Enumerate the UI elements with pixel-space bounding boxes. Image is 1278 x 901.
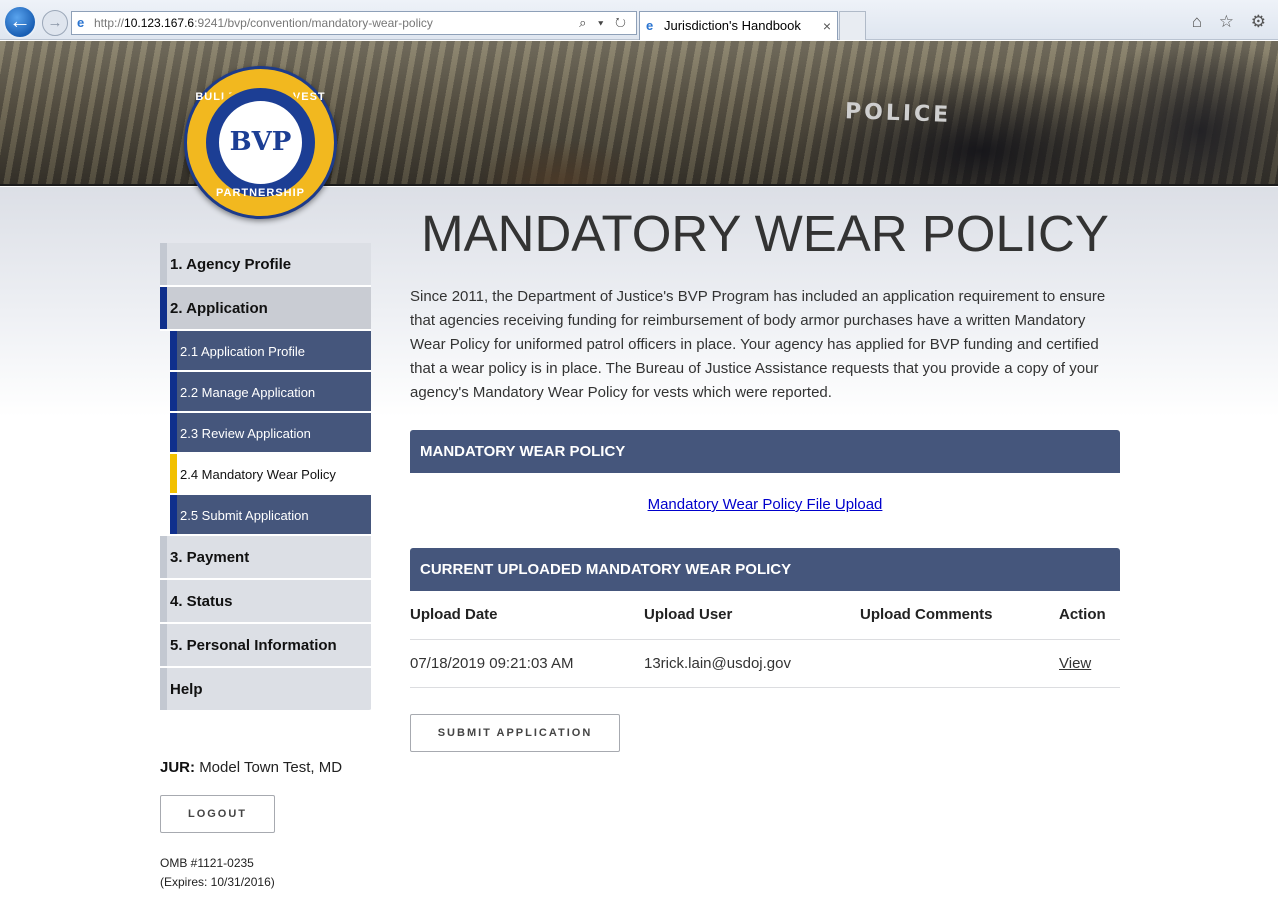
- omb-number: OMB #1121-0235: [160, 856, 254, 870]
- jurisdiction-info: JUR: Model Town Test, MD: [160, 759, 342, 776]
- sidebar-item-marker: [160, 243, 167, 285]
- uploaded-policy-panel-header: CURRENT UPLOADED MANDATORY WEAR POLICY: [410, 548, 1120, 591]
- sidebar-subitem-mandatory-wear-policy[interactable]: 2.4 Mandatory Wear Policy: [170, 454, 371, 495]
- ie-logo-icon: e: [77, 15, 85, 30]
- home-favorites-settings-icons[interactable]: ⌂ ☆ ⚙: [1192, 12, 1272, 32]
- new-tab-button[interactable]: [839, 11, 866, 40]
- jurisdiction-label: JUR:: [160, 759, 196, 776]
- sidebar-item-agency-profile[interactable]: 1. Agency Profile: [160, 243, 371, 287]
- upload-user-cell: 13rick.lain@usdoj.gov: [644, 655, 791, 672]
- sidebar-item-marker: [160, 580, 167, 622]
- uploaded-policy-table: Upload Date Upload User Upload Comments …: [410, 592, 1120, 688]
- table-header-row: Upload Date Upload User Upload Comments …: [410, 592, 1120, 640]
- sidebar-item-help[interactable]: Help: [160, 668, 371, 712]
- logo-bottom-text: PARTNERSHIP: [215, 187, 306, 199]
- browser-toolbar: ← → e http://10.123.167.6:9241/bvp/conve…: [0, 0, 1278, 40]
- column-header-upload-comments: Upload Comments: [860, 606, 993, 623]
- sidebar-item-label: Help: [170, 681, 203, 698]
- mandatory-wear-policy-panel-header: MANDATORY WEAR POLICY: [410, 430, 1120, 473]
- sidebar-item-marker: [160, 536, 167, 578]
- column-header-upload-date: Upload Date: [410, 606, 498, 623]
- sidebar-item-label: 2.4 Mandatory Wear Policy: [180, 467, 336, 482]
- sidebar-item-label: 5. Personal Information: [170, 637, 337, 654]
- intro-paragraph: Since 2011, the Department of Justice's …: [410, 288, 1106, 401]
- sidebar-item-label: 2. Application: [170, 300, 268, 317]
- address-bar[interactable]: e http://10.123.167.6:9241/bvp/conventio…: [71, 11, 637, 35]
- logo-center-text: BVP: [217, 99, 304, 186]
- url-prefix: http://: [94, 16, 125, 30]
- logout-button[interactable]: LOGOUT: [160, 795, 275, 833]
- view-link[interactable]: View: [1059, 640, 1091, 688]
- tab-title: Jurisdiction's Handbook: [664, 18, 801, 33]
- upload-date-cell: 07/18/2019 09:21:03 AM: [410, 655, 574, 672]
- sidebar-item-label: 3. Payment: [170, 549, 250, 566]
- sidebar-item-marker: [170, 495, 177, 534]
- sidebar-subitem-submit-application[interactable]: 2.5 Submit Application: [170, 495, 371, 536]
- sidebar-item-label: 2.5 Submit Application: [180, 508, 309, 523]
- sidebar-item-label: 4. Status: [170, 593, 233, 610]
- sidebar-item-marker: [160, 624, 167, 666]
- sidebar-subitem-review-application[interactable]: 2.3 Review Application: [170, 413, 371, 454]
- address-tools-icons[interactable]: ⌕ ▾ ↻: [579, 12, 630, 34]
- table-row: 07/18/2019 09:21:03 AM 13rick.lain@usdoj…: [410, 640, 1120, 688]
- file-upload-link[interactable]: Mandatory Wear Policy File Upload: [410, 496, 1120, 513]
- column-header-upload-user: Upload User: [644, 606, 733, 623]
- omb-info: OMB #1121-0235 (Expires: 10/31/2016): [160, 854, 275, 892]
- sidebar-item-marker: [160, 287, 167, 329]
- url-rest: :9241/bvp/convention/mandatory-wear-poli…: [194, 16, 433, 30]
- sidebar-item-application[interactable]: 2. Application: [160, 287, 371, 331]
- jurisdiction-value: Model Town Test, MD: [199, 759, 343, 776]
- close-tab-icon[interactable]: ×: [823, 12, 831, 40]
- submit-application-button[interactable]: SUBMIT APPLICATION: [410, 714, 620, 752]
- forward-button[interactable]: →: [42, 10, 68, 36]
- sidebar-item-marker: [160, 668, 167, 710]
- sidebar-subitem-manage-application[interactable]: 2.2 Manage Application: [170, 372, 371, 413]
- bvp-logo[interactable]: BULLETPROOF VEST BVP PARTNERSHIP: [184, 66, 337, 219]
- tab-ie-icon: e: [646, 18, 654, 33]
- sidebar-item-payment[interactable]: 3. Payment: [160, 536, 371, 580]
- sidebar-item-label: 2.2 Manage Application: [180, 385, 316, 400]
- sidebar-item-label: 1. Agency Profile: [170, 256, 292, 273]
- sidebar-item-marker: [170, 331, 177, 370]
- sidebar-item-status[interactable]: 4. Status: [160, 580, 371, 624]
- omb-expiration: (Expires: 10/31/2016): [160, 875, 275, 889]
- column-header-action: Action: [1059, 606, 1106, 623]
- sidebar-item-marker: [170, 413, 177, 452]
- page-title: MANDATORY WEAR POLICY: [421, 205, 1109, 262]
- back-button[interactable]: ←: [3, 5, 37, 39]
- sidebar-item-label: 2.1 Application Profile: [180, 344, 306, 359]
- sidebar-item-marker: [170, 372, 177, 411]
- sidebar-item-label: 2.3 Review Application: [180, 426, 311, 441]
- sidebar-subitem-application-profile[interactable]: 2.1 Application Profile: [170, 331, 371, 372]
- sidebar-item-marker: [170, 454, 177, 493]
- sidebar-item-personal-information[interactable]: 5. Personal Information: [160, 624, 371, 668]
- url-host: 10.123.167.6: [124, 16, 195, 30]
- sidebar-nav: 1. Agency Profile 2. Application 2.1 App…: [160, 243, 371, 712]
- browser-tab[interactable]: e Jurisdiction's Handbook ×: [639, 11, 838, 40]
- police-vest-text: POLICE: [844, 99, 952, 128]
